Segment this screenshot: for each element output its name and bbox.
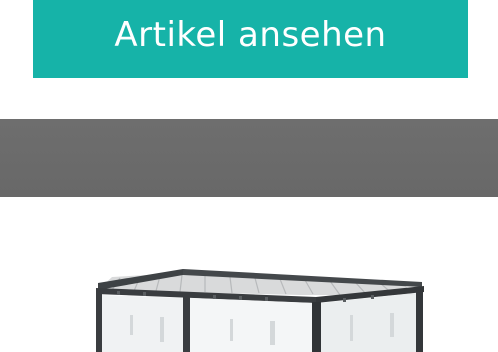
- pergola-illustration: [96, 269, 424, 352]
- grey-banner: [0, 119, 498, 197]
- view-article-label: Artikel ansehen: [114, 15, 387, 55]
- view-article-button[interactable]: Artikel ansehen: [33, 0, 468, 78]
- pergola-product-image[interactable]: [0, 255, 498, 352]
